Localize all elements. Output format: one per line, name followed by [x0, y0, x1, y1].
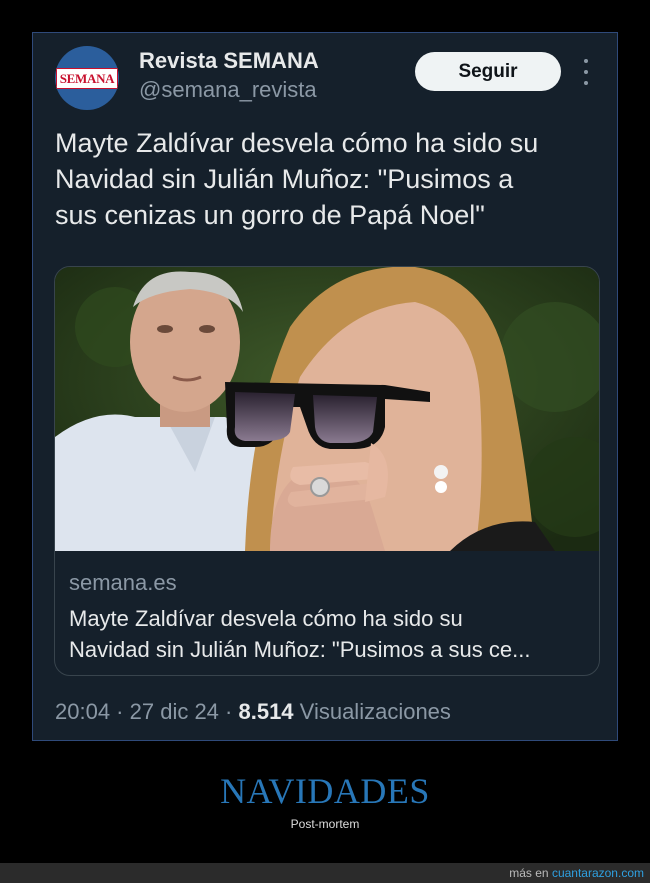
views-label: Visualizaciones [299, 699, 451, 724]
display-name[interactable]: Revista SEMANA [139, 48, 319, 74]
footer-bar: más en cuantarazon.com [0, 863, 650, 883]
link-title-line: Mayte Zaldívar desvela cómo ha sido su [69, 606, 463, 631]
link-title[interactable]: Mayte Zaldívar desvela cómo ha sido su N… [69, 603, 589, 665]
more-options-icon[interactable] [579, 59, 593, 85]
semana-logo: SEMANA [55, 67, 119, 89]
views-count: 8.514 [238, 699, 294, 724]
link-domain[interactable]: semana.es [69, 570, 177, 596]
tweet-time[interactable]: 20:04 [55, 699, 110, 724]
link-preview-card[interactable]: semana.es Mayte Zaldívar desvela cómo ha… [54, 266, 600, 676]
footer-prefix: más en [509, 866, 549, 880]
link-preview-image[interactable] [55, 267, 600, 551]
caption-title: NAVIDADES [220, 771, 430, 811]
tweet-text: Mayte Zaldívar desvela cómo ha sido su N… [55, 125, 600, 233]
tweet-text-line: sus cenizas un gorro de Papá Noel" [55, 200, 485, 230]
tweet-date[interactable]: 27 dic 24 [130, 699, 219, 724]
meta-separator: · [218, 699, 239, 724]
caption-subtitle: Post-mortem [290, 817, 360, 831]
account-handle[interactable]: @semana_revista [139, 77, 317, 103]
footer-text: más en cuantarazon.com [509, 866, 644, 880]
link-title-line: Navidad sin Julián Muñoz: "Pusimos a sus… [69, 637, 531, 662]
avatar[interactable]: SEMANA [55, 46, 119, 110]
follow-button[interactable]: Seguir [415, 52, 561, 91]
tweet-text-line: Navidad sin Julián Muñoz: "Pusimos a [55, 164, 514, 194]
meta-separator: · [110, 699, 130, 724]
tweet-meta: 20:04 · 27 dic 24 · 8.514 Visualizacione… [55, 699, 451, 725]
tweet-card: SEMANA Revista SEMANA @semana_revista Se… [32, 32, 618, 741]
footer-link[interactable]: cuantarazon.com [552, 866, 644, 880]
tweet-text-line: Mayte Zaldívar desvela cómo ha sido su [55, 128, 539, 158]
